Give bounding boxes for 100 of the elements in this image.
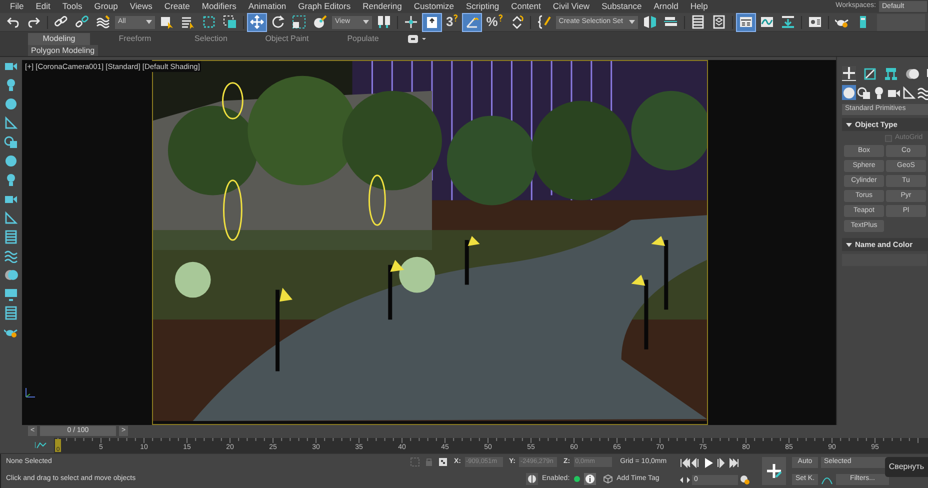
snap-question-icon: [453, 14, 458, 22]
menu-item[interactable]: Content: [505, 0, 547, 13]
ribbon-tab[interactable]: Freeform: [104, 33, 166, 45]
shapes-category-button[interactable]: [857, 85, 871, 100]
timeline-key-icon: [781, 15, 795, 29]
time-config-icon[interactable]: [740, 474, 750, 484]
absolute-mode-icon[interactable]: [438, 457, 448, 467]
timeline-key-button[interactable]: [779, 14, 797, 30]
table-list-icon[interactable]: [4, 306, 18, 320]
menu-item[interactable]: Animation: [242, 0, 292, 13]
spinner-snap-icon: [510, 15, 524, 29]
menu-item[interactable]: Create: [158, 0, 196, 13]
key-plus-icon: [766, 463, 782, 479]
ribbon-tab[interactable]: Populate: [332, 33, 394, 45]
snap-toggle-button[interactable]: %: [484, 14, 505, 30]
axis-tripod-icon: [24, 385, 38, 399]
bulb-icon[interactable]: [4, 173, 18, 187]
menu-item[interactable]: Graph Editors: [292, 0, 357, 13]
motion-circles-icon[interactable]: [4, 268, 18, 282]
key-square-icon: [425, 15, 439, 29]
layer-stack-icon: [712, 15, 726, 29]
ruler-triangle-category-button[interactable]: [902, 85, 916, 100]
crosshair-icon: [404, 15, 418, 29]
broken-link-icon: [75, 15, 89, 29]
dashed-square-button[interactable]: [221, 14, 239, 30]
table-list-icon[interactable]: [4, 230, 18, 244]
rotate-icon: [271, 15, 285, 29]
ribbon-panel-tab[interactable]: Polygon Modeling: [28, 45, 98, 56]
menu-item[interactable]: Group: [88, 0, 124, 13]
curve-editor-icon[interactable]: [35, 441, 49, 449]
frame-spinner-arrows-icon[interactable]: [680, 476, 690, 482]
angle-snap-button[interactable]: [463, 14, 482, 30]
monitor-icon[interactable]: [4, 287, 18, 301]
dropdown-arrow-icon: [146, 20, 152, 24]
sphere-category-button[interactable]: [842, 85, 856, 100]
table-list-icon: [691, 15, 705, 29]
wave-lines-button[interactable]: [94, 14, 112, 30]
menu-item[interactable]: Views: [124, 0, 158, 13]
pivot-icon: [377, 15, 391, 29]
list-cursor-icon: [181, 15, 195, 29]
ruler-triangle-icon[interactable]: [4, 116, 18, 130]
shapes-icon[interactable]: [4, 135, 18, 149]
bend-square-icon: [863, 66, 877, 80]
menu-item[interactable]: Customize: [408, 0, 460, 13]
scale-button[interactable]: [290, 14, 308, 30]
sphere-icon[interactable]: [4, 154, 18, 168]
wave-icon[interactable]: [4, 249, 18, 263]
menu-item[interactable]: Substance: [596, 0, 648, 13]
menu-item[interactable]: Arnold: [648, 0, 684, 13]
tangent-curve-icon[interactable]: [821, 474, 833, 484]
wave-category-button[interactable]: [917, 85, 928, 100]
tooltip: Свернуть: [884, 457, 928, 477]
rollout-arrow-icon[interactable]: [846, 242, 852, 246]
undo-icon: [6, 15, 20, 29]
ribbon-tab[interactable]: Object Paint: [256, 33, 318, 45]
motion-circles-tab[interactable]: [905, 66, 919, 81]
ribbon-options-icon[interactable]: [408, 34, 428, 42]
menu-item[interactable]: Civil View: [546, 0, 596, 13]
hierarchy-tab[interactable]: [884, 66, 898, 81]
shield-icon[interactable]: [526, 473, 538, 485]
pivot-button[interactable]: [375, 14, 393, 30]
move-button[interactable]: [248, 14, 266, 30]
bend-square-tab[interactable]: [863, 66, 877, 81]
curve-editor-icon: [760, 15, 774, 29]
sphere-icon: [842, 86, 856, 100]
menu-item[interactable]: Help: [684, 0, 714, 13]
hierarchy-icon: [884, 66, 898, 80]
sphere-icon[interactable]: [4, 97, 18, 111]
rollout-arrow-icon[interactable]: [846, 122, 852, 126]
info-icon[interactable]: [584, 473, 596, 485]
cursor-square-icon: [160, 15, 174, 29]
pin-circle-button[interactable]: [311, 14, 329, 30]
brace-icon: [536, 15, 551, 29]
wave-lines-icon: [96, 15, 110, 29]
snap-question-icon: [498, 14, 503, 22]
bulb-icon[interactable]: [4, 78, 18, 92]
menu-item[interactable]: Modifiers: [196, 0, 242, 13]
plus-tab[interactable]: [842, 66, 856, 81]
menu-item[interactable]: Rendering: [356, 0, 408, 13]
broken-link-button[interactable]: [73, 14, 91, 30]
snap-toggle-button[interactable]: 3: [444, 14, 460, 30]
scale-icon: [292, 15, 306, 29]
menu-item[interactable]: File: [4, 0, 30, 13]
ribbon-tab[interactable]: Modeling: [28, 33, 90, 45]
mirror-icon: [643, 15, 657, 29]
cube-icon[interactable]: [602, 474, 613, 484]
motion-circles-icon: [905, 66, 919, 80]
toolbox-icon: [739, 15, 753, 29]
menu-item[interactable]: Edit: [30, 0, 56, 13]
toolbox-button[interactable]: [737, 14, 755, 30]
crosshair-button[interactable]: [402, 14, 420, 30]
menu-item[interactable]: Scripting: [460, 0, 506, 13]
ribbon-tab[interactable]: Selection: [180, 33, 242, 45]
dashed-rectangle-icon: [202, 15, 216, 29]
mirror-button[interactable]: [641, 14, 659, 30]
ruler-triangle-icon[interactable]: [4, 211, 18, 225]
key-square-button[interactable]: [423, 14, 441, 30]
bulb-category-button[interactable]: [872, 85, 886, 100]
menu-item[interactable]: Tools: [56, 0, 88, 13]
set-key-button[interactable]: [762, 457, 786, 485]
